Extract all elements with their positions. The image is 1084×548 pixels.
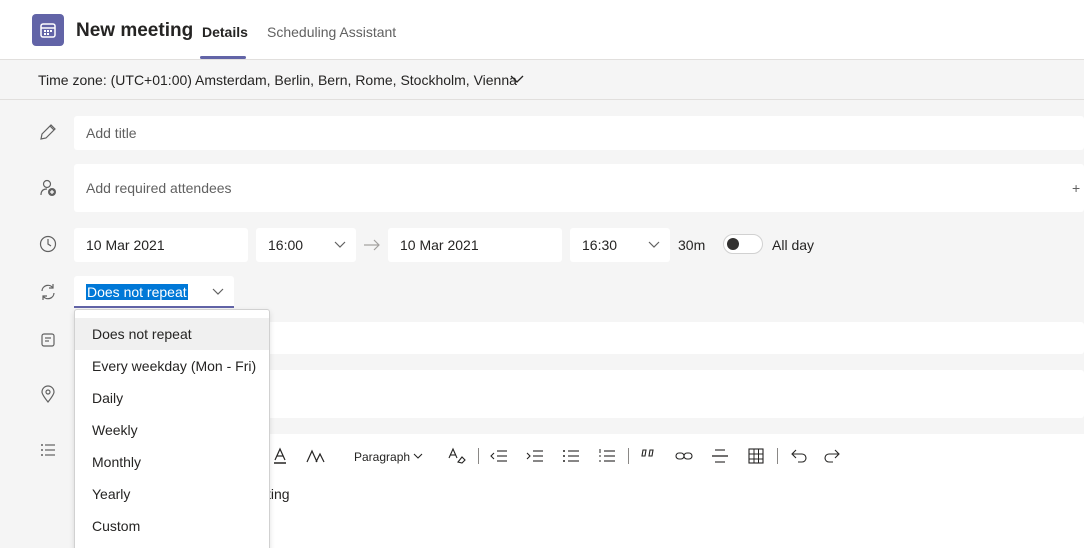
attendees-field[interactable]: Add required attendees [74, 164, 1084, 212]
repeat-option-every-weekday[interactable]: Every weekday (Mon - Fri) [75, 350, 269, 382]
end-date-value: 10 Mar 2021 [400, 237, 479, 253]
repeat-dropdown-menu: Does not repeat Every weekday (Mon - Fri… [74, 309, 270, 548]
location-icon [41, 385, 55, 403]
chevron-down-icon[interactable] [510, 74, 524, 84]
paragraph-style-select[interactable]: Paragraph [354, 450, 410, 464]
repeat-icon [41, 284, 55, 300]
redo-icon[interactable] [823, 446, 843, 466]
decrease-indent-icon[interactable] [489, 446, 509, 466]
repeat-select[interactable]: Does not repeat [74, 276, 234, 308]
numbered-list-icon[interactable] [597, 446, 617, 466]
start-time-value: 16:00 [268, 237, 304, 253]
clear-format-icon[interactable] [447, 446, 467, 466]
repeat-option-weekly[interactable]: Weekly [75, 414, 269, 446]
title-input[interactable]: Add title [86, 125, 137, 141]
pencil-icon [40, 124, 56, 140]
duration-label: 30m [678, 237, 706, 253]
all-day-label: All day [772, 237, 815, 253]
quote-icon[interactable] [639, 446, 657, 466]
tab-details[interactable]: Details [202, 24, 248, 40]
toolbar-separator [478, 448, 479, 464]
calendar-icon [32, 14, 64, 46]
font-size-icon[interactable] [306, 446, 326, 466]
chevron-down-icon [648, 241, 660, 248]
increase-indent-icon[interactable] [525, 446, 545, 466]
arrow-right-icon [364, 239, 380, 251]
link-icon[interactable] [674, 446, 694, 466]
start-time-select[interactable]: 16:00 [256, 228, 356, 262]
toolbar-separator [628, 448, 629, 464]
start-date-picker[interactable]: 10 Mar 2021 [74, 228, 248, 262]
chevron-down-icon[interactable] [413, 452, 423, 460]
repeat-option-monthly[interactable]: Monthly [75, 446, 269, 478]
repeat-option-daily[interactable]: Daily [75, 382, 269, 414]
chevron-down-icon [212, 288, 224, 295]
toggle-knob [727, 238, 739, 250]
chevron-down-icon [334, 241, 346, 248]
undo-icon[interactable] [788, 446, 808, 466]
clock-icon [39, 235, 57, 253]
font-color-icon[interactable] [271, 446, 289, 466]
table-icon[interactable] [746, 446, 766, 466]
end-date-picker[interactable]: 10 Mar 2021 [388, 228, 562, 262]
toolbar-separator [777, 448, 778, 464]
start-date-value: 10 Mar 2021 [86, 237, 165, 253]
add-optional-button[interactable]: + [1072, 180, 1080, 196]
editor-body-text[interactable]: ting [267, 486, 290, 502]
horizontal-rule-icon[interactable] [710, 446, 730, 466]
title-field[interactable]: Add title [74, 116, 1084, 150]
meeting-header: New meeting Details Scheduling Assistant [0, 0, 1084, 60]
tab-scheduling-assistant[interactable]: Scheduling Assistant [267, 24, 396, 40]
page-title: New meeting [76, 20, 194, 41]
bulleted-list-icon[interactable] [561, 446, 581, 466]
add-person-icon [40, 179, 56, 196]
timezone-bar[interactable]: Time zone: (UTC+01:00) Amsterdam, Berlin… [0, 60, 1084, 100]
end-time-value: 16:30 [582, 237, 618, 253]
channel-icon [41, 333, 55, 347]
details-list-icon [41, 444, 55, 456]
end-time-select[interactable]: 16:30 [570, 228, 670, 262]
timezone-label[interactable]: Time zone: (UTC+01:00) Amsterdam, Berlin… [38, 72, 517, 88]
repeat-option-yearly[interactable]: Yearly [75, 478, 269, 510]
active-tab-indicator [200, 56, 246, 59]
attendees-input[interactable]: Add required attendees [86, 180, 232, 196]
all-day-toggle[interactable] [723, 234, 763, 254]
repeat-option-custom[interactable]: Custom [75, 510, 269, 542]
repeat-option-does-not-repeat[interactable]: Does not repeat [75, 318, 269, 350]
repeat-selected-value: Does not repeat [86, 284, 188, 300]
